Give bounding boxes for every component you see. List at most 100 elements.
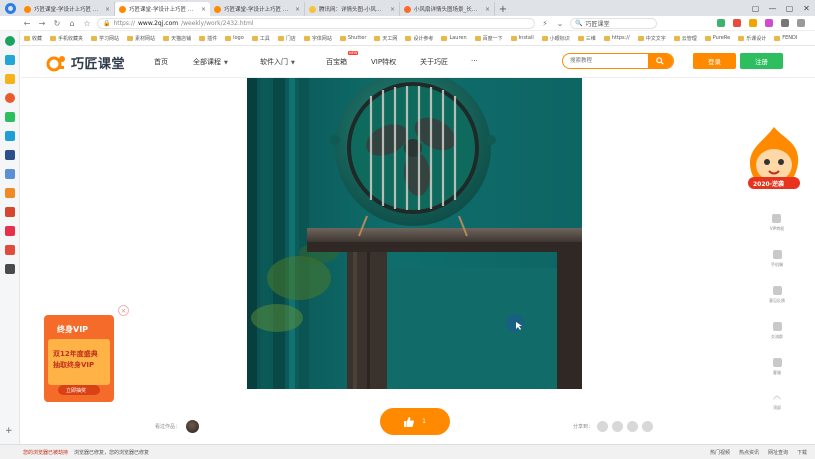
tab-close-icon[interactable]: ×	[201, 6, 206, 13]
site-search-input[interactable]	[563, 54, 648, 68]
browser-tab[interactable]: 腾讯网：详情头图-小风扇详情 ×	[305, 2, 400, 16]
nav-home[interactable]: 首页	[154, 57, 168, 67]
extension-green-icon[interactable]	[717, 19, 725, 27]
bookmark-item[interactable]: 天猫店铺	[163, 35, 191, 42]
bookmark-item[interactable]: 字体网站	[303, 35, 332, 42]
window-restore-button[interactable]: ▢	[747, 4, 764, 13]
home-icon[interactable]: ⌂	[67, 19, 77, 28]
window-close-button[interactable]: ✕	[798, 4, 815, 13]
right-tool-mobile[interactable]: 手机端	[771, 241, 783, 277]
sidebar-media-icon[interactable]	[4, 264, 15, 274]
nav-about[interactable]: 关于巧匠	[420, 57, 448, 67]
status-download[interactable]: 下载	[797, 449, 807, 456]
bookmark-item[interactable]: Shutter	[339, 35, 366, 41]
sidebar-star-icon[interactable]	[4, 74, 15, 84]
site-search-button[interactable]	[647, 54, 673, 68]
favorite-star-icon[interactable]: ☆	[82, 19, 92, 28]
bookmark-item[interactable]: 素材网站	[127, 35, 155, 42]
lightning-icon[interactable]: ⚡	[540, 19, 550, 28]
status-warning-text[interactable]: 您的浏览器已被劫持	[23, 449, 68, 456]
bookmark-item[interactable]: 门店	[277, 35, 296, 42]
bookmark-item[interactable]: 云管理	[673, 35, 697, 42]
share-qzone-icon[interactable]	[612, 421, 624, 432]
share-wechat-icon[interactable]	[642, 421, 654, 432]
sidebar-shop-icon[interactable]	[4, 188, 15, 198]
sidebar-doc-icon[interactable]	[4, 169, 15, 179]
tab-close-icon[interactable]: ×	[105, 6, 110, 13]
browser-tab[interactable]: 巧匠课堂-学设计上巧匠 免费IT ×	[20, 2, 115, 16]
status-fixed-text[interactable]: 浏览器已修复，您的浏览器已修复	[74, 449, 149, 456]
right-tool-service[interactable]: 客服	[772, 349, 782, 385]
reload-icon[interactable]: ↻	[52, 19, 62, 28]
forward-arrow-icon[interactable]: →	[37, 19, 47, 28]
share-weibo-icon[interactable]	[597, 421, 609, 432]
menu-icon[interactable]	[797, 19, 805, 27]
extension-shield-icon[interactable]	[749, 19, 757, 27]
sidebar-video-icon[interactable]	[4, 226, 15, 236]
bookmark-item[interactable]: FENDI	[774, 35, 797, 41]
promo-close-button[interactable]: ×	[118, 305, 129, 316]
register-button[interactable]: 注册	[740, 53, 783, 69]
tab-close-icon[interactable]: ×	[390, 6, 395, 13]
browser-tab-active[interactable]: 巧匠课堂-学设计上巧匠 免费IT ×	[115, 2, 210, 16]
right-tool-top[interactable]: 顶部	[772, 385, 782, 421]
extension-purple-icon[interactable]	[765, 19, 773, 27]
browser-search-box[interactable]: 🔍 巧匠课堂	[570, 17, 657, 29]
right-tool-feedback[interactable]: 意见反馈	[769, 277, 785, 313]
sidebar-weibo-icon[interactable]	[4, 93, 15, 103]
login-button[interactable]: 登录	[693, 53, 736, 69]
nav-vip[interactable]: VIP特权	[371, 57, 396, 67]
like-button[interactable]: 1	[380, 408, 450, 435]
mascot-promo[interactable]: 2020·逆袭	[744, 125, 804, 195]
browser-tab[interactable]: 巧匠课堂-学设计上巧匠 免费IT ×	[210, 2, 305, 16]
window-maximize-button[interactable]: ▢	[781, 4, 798, 13]
bookmark-item[interactable]: 三维	[577, 35, 596, 42]
bookmark-item[interactable]: Install	[510, 35, 534, 41]
bookmark-item[interactable]: PureRe	[704, 35, 730, 41]
sidebar-taobao-icon[interactable]	[4, 207, 15, 217]
bookmark-item[interactable]: Lauren	[441, 35, 467, 41]
bookmark-item[interactable]: 插件	[199, 35, 217, 42]
sidebar-plus-icon[interactable]	[4, 55, 15, 65]
status-url-check[interactable]: 网址查询	[768, 449, 788, 456]
bookmark-item[interactable]: 手机收藏夹	[50, 35, 83, 42]
bookmark-item[interactable]: 小眼标识	[541, 35, 570, 42]
bookmark-item[interactable]: 学习网站	[91, 35, 119, 42]
sidebar-e-logo-icon[interactable]	[4, 36, 15, 46]
nav-toolbox[interactable]: 百宝箱 NEW	[326, 51, 359, 67]
bookmark-item[interactable]: 收藏	[24, 35, 42, 42]
dropdown-chevron-icon[interactable]: ⌄	[555, 19, 565, 28]
right-tool-group[interactable]: 交流群	[771, 313, 783, 349]
extension-red-icon[interactable]	[733, 19, 741, 27]
address-bar[interactable]: 🔒 https://www.2qj.com/weekly/work/2432.h…	[97, 17, 535, 29]
bookmark-item[interactable]: https://	[603, 35, 630, 41]
bookmark-item[interactable]: 设计参考	[405, 35, 433, 42]
bookmark-item[interactable]: 乐课设计	[738, 35, 766, 42]
back-arrow-icon[interactable]: ←	[22, 19, 32, 28]
bookmark-item[interactable]: 天工网	[374, 35, 397, 42]
right-tool-vip[interactable]: VIP特权	[770, 205, 784, 241]
nav-software-intro[interactable]: 软件入门 ▼	[260, 57, 295, 67]
browser-tab[interactable]: 小风扇详情头图场景_长大观_电气×	[400, 2, 495, 16]
sidebar-wallet-icon[interactable]	[4, 112, 15, 122]
viewer-avatar[interactable]	[186, 420, 200, 433]
nav-more[interactable]: ···	[471, 57, 478, 65]
bookmark-item[interactable]: logo	[225, 35, 244, 41]
share-qq-icon[interactable]	[627, 421, 639, 432]
status-hot-news[interactable]: 热点资讯	[739, 449, 759, 456]
tab-close-icon[interactable]: ×	[295, 6, 300, 13]
window-minimize-button[interactable]: —	[764, 4, 781, 13]
vip-promo-button[interactable]: 立即抽奖	[66, 387, 86, 394]
sidebar-p-icon[interactable]	[4, 131, 15, 141]
nav-all-courses[interactable]: 全部课程 ▼	[193, 57, 228, 67]
new-tab-button[interactable]: +	[495, 2, 511, 16]
status-hot-video[interactable]: 热门视频	[710, 449, 730, 456]
bookmark-item[interactable]: 百度一下	[474, 35, 503, 42]
sidebar-app-icon[interactable]	[4, 150, 15, 160]
bookmark-item[interactable]: 中文文字	[637, 35, 666, 42]
vip-promo-banner[interactable]: 终身VIP 双12年度盛典 抽取终身VIP 立即抽奖	[44, 311, 114, 402]
extension-grid-icon[interactable]	[781, 19, 789, 27]
site-logo[interactable]: 巧匠课堂	[46, 53, 125, 72]
tab-close-icon[interactable]: ×	[485, 6, 490, 13]
sidebar-game-icon[interactable]	[4, 245, 15, 255]
